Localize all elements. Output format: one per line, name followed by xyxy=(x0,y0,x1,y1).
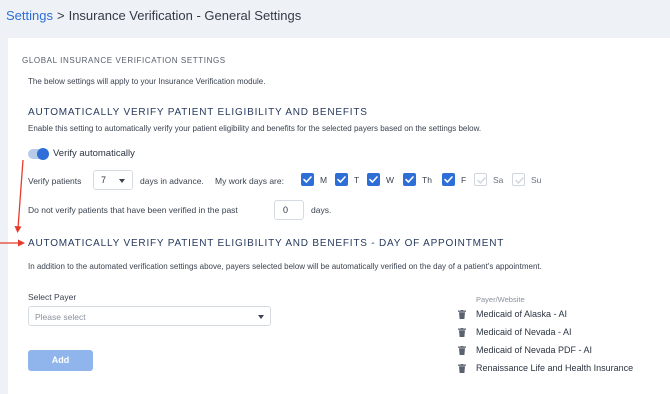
day-of-appointment-title: AUTOMATICALLY VERIFY PATIENT ELIGIBILITY… xyxy=(28,238,505,249)
workday-checkbox-t[interactable] xyxy=(335,173,348,186)
verify-automatically-toggle[interactable] xyxy=(28,148,49,160)
checkmark-icon xyxy=(515,177,524,184)
past-days-unit-label: days. xyxy=(311,205,332,215)
day-of-appointment-description: In addition to the automated verificatio… xyxy=(28,262,542,271)
breadcrumb-separator: > xyxy=(56,8,65,23)
breadcrumb: Settings > Insurance Verification - Genera… xyxy=(6,8,301,23)
page-title: Insurance Verification - General Setting… xyxy=(68,8,302,23)
workday-checkbox-sa[interactable] xyxy=(474,173,487,186)
payer-name: Renaissance Life and Health Insurance xyxy=(476,363,634,373)
workday-label: T xyxy=(354,175,360,185)
checkmark-icon xyxy=(477,177,486,184)
payer-name: Medicaid of Nevada - AI xyxy=(476,327,572,337)
select-payer-placeholder: Please select xyxy=(35,312,86,322)
select-payer-dropdown[interactable]: Please select xyxy=(28,306,271,326)
workday-label: M xyxy=(320,175,328,185)
do-not-verify-label: Do not verify patients that have been ve… xyxy=(28,205,238,215)
breadcrumb-settings-link[interactable]: Settings xyxy=(6,8,53,23)
chevron-down-icon xyxy=(258,315,264,319)
toggle-knob xyxy=(37,148,49,160)
chevron-down-icon xyxy=(119,179,125,183)
days-in-advance-value: 7 xyxy=(101,175,107,185)
trash-icon[interactable] xyxy=(458,346,466,355)
past-days-input[interactable]: 0 xyxy=(274,200,304,220)
workday-checkbox-m[interactable] xyxy=(301,173,314,186)
payer-name: Medicaid of Nevada PDF - AI xyxy=(476,345,593,355)
trash-icon[interactable] xyxy=(458,364,466,373)
global-settings-title: GLOBAL INSURANCE VERIFICATION SETTINGS xyxy=(22,56,226,65)
work-days-label: My work days are: xyxy=(215,176,284,186)
workday-checkbox-th[interactable] xyxy=(403,173,416,186)
workday-label: Th xyxy=(422,175,432,185)
verify-automatically-label: Verify automatically xyxy=(53,148,135,159)
checkmark-icon xyxy=(405,176,414,183)
auto-verify-title: AUTOMATICALLY VERIFY PATIENT ELIGIBILITY… xyxy=(28,107,368,118)
select-payer-label: Select Payer xyxy=(28,292,77,302)
workday-label: W xyxy=(386,175,395,185)
days-in-advance-label: days in advance. xyxy=(140,176,204,186)
trash-icon[interactable] xyxy=(458,328,466,337)
workday-label: Su xyxy=(531,175,542,185)
workday-checkbox-w[interactable] xyxy=(367,173,380,186)
checkmark-icon xyxy=(337,176,346,183)
settings-panel xyxy=(8,38,670,394)
days-in-advance-select[interactable]: 7 xyxy=(93,170,133,190)
trash-icon[interactable] xyxy=(458,310,466,319)
checkmark-icon xyxy=(303,176,312,183)
add-payer-button[interactable]: Add xyxy=(28,350,93,371)
global-settings-description: The below settings will apply to your In… xyxy=(28,77,266,86)
checkmark-icon xyxy=(444,176,453,183)
workday-checkbox-su[interactable] xyxy=(512,173,525,186)
checkmark-icon xyxy=(369,176,378,183)
payer-website-column-header: Payer/Website xyxy=(476,295,525,304)
payer-name: Medicaid of Alaska - AI xyxy=(476,309,568,319)
workday-checkbox-f[interactable] xyxy=(442,173,455,186)
verify-patients-label: Verify patients xyxy=(28,176,82,186)
workday-label: Sa xyxy=(493,175,504,185)
auto-verify-description: Enable this setting to automatically ver… xyxy=(28,124,482,133)
workday-label: F xyxy=(461,175,467,185)
